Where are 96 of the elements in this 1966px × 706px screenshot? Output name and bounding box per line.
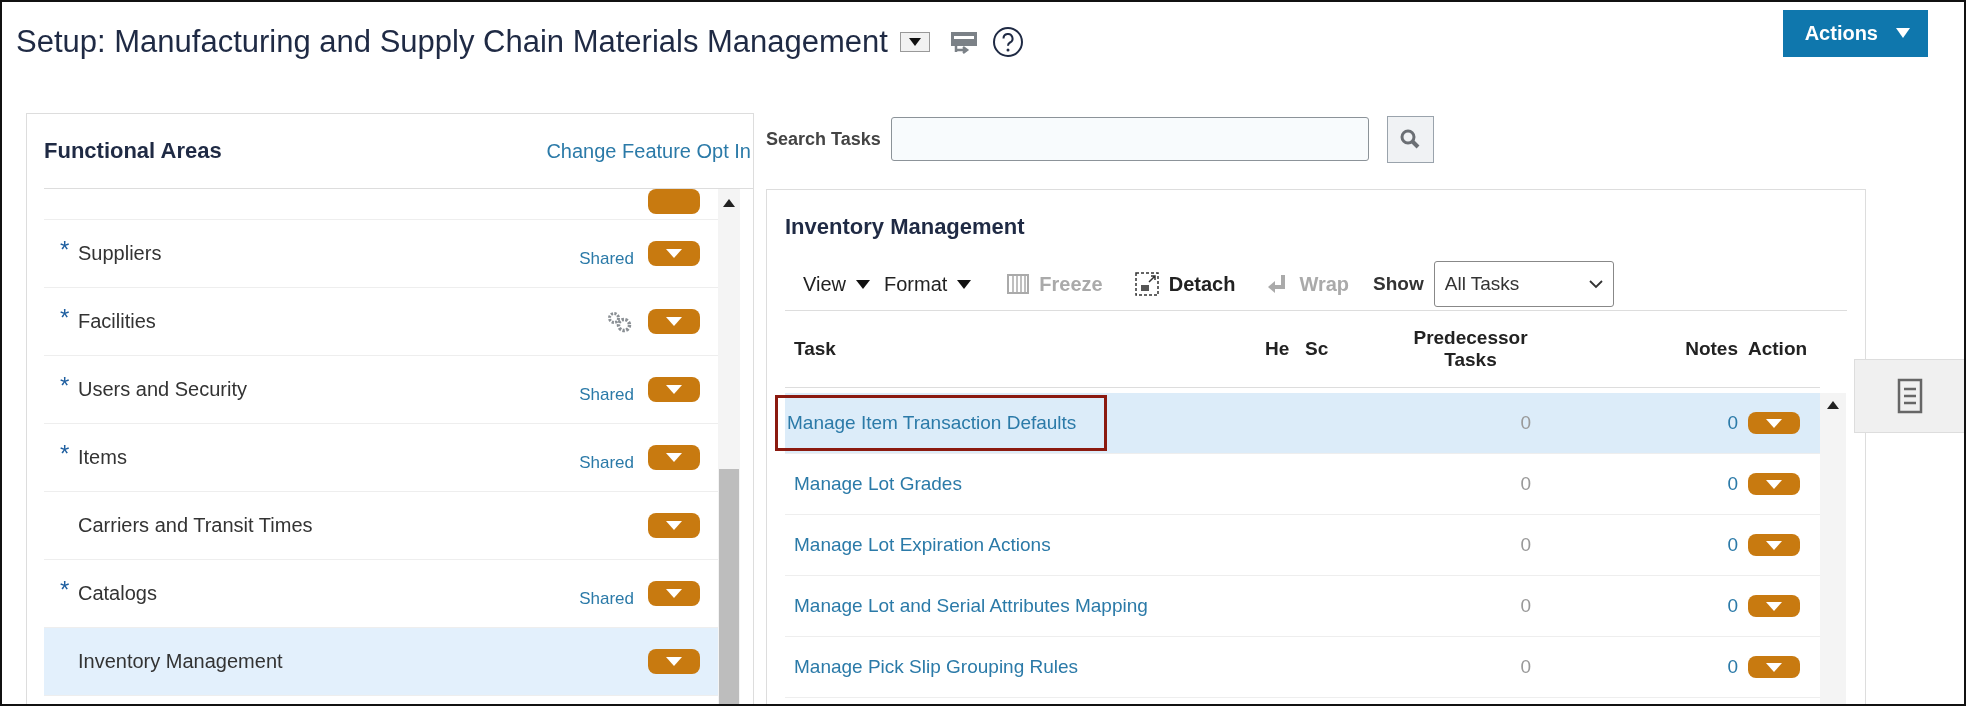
column-header[interactable]: Notes <box>1543 338 1740 360</box>
caret-icon <box>1766 540 1782 550</box>
toolbar-button[interactable]: View <box>803 272 870 296</box>
search-button[interactable] <box>1386 115 1434 163</box>
task-link[interactable]: Manage Lot Grades <box>794 473 962 495</box>
required-marker: * <box>60 372 71 400</box>
actions-button[interactable]: Actions <box>1782 9 1928 57</box>
panel-title: Inventory Management <box>785 214 1026 240</box>
table-cell-text: 0 <box>1519 412 1532 434</box>
caret-icon <box>666 249 682 258</box>
task-link[interactable]: Manage Lot Expiration Actions <box>794 534 1051 556</box>
task-link[interactable]: Manage Pick Slip Grouping Rules <box>794 656 1079 678</box>
search-label: Search Tasks <box>766 128 881 150</box>
shared-link[interactable]: Shared <box>579 248 634 269</box>
table-cell-text: 0 <box>1519 473 1532 495</box>
row-action-button[interactable] <box>1748 595 1800 617</box>
row-action-button[interactable] <box>1748 473 1800 495</box>
shared-link[interactable]: Shared <box>579 452 634 473</box>
side-panel-tab[interactable] <box>1854 359 1964 433</box>
functional-area-item[interactable]: Inventory Management <box>44 628 718 696</box>
caret-icon <box>1766 418 1782 428</box>
caret-icon <box>908 38 921 46</box>
notes-link[interactable]: 0 <box>1543 473 1740 495</box>
scroll-up-icon[interactable] <box>1827 401 1839 409</box>
column-header[interactable]: Sc <box>1305 338 1338 360</box>
shared-link[interactable]: Shared <box>579 588 634 609</box>
required-marker: * <box>60 304 71 332</box>
caret-icon <box>666 317 682 326</box>
row-action-button[interactable] <box>648 189 700 214</box>
table-cell-text: 0 <box>1519 595 1532 617</box>
row-action-button[interactable] <box>648 241 700 266</box>
table-cell-text: 0 <box>1519 534 1532 556</box>
row-action-button[interactable] <box>648 581 700 606</box>
detach-icon <box>1134 272 1159 296</box>
show-label: Show <box>1373 273 1424 295</box>
caret-icon <box>666 589 682 598</box>
chevron-icon <box>1588 279 1603 289</box>
presentation-icon[interactable] <box>949 30 978 54</box>
task-link[interactable]: Manage Lot and Serial Attributes Mapping <box>794 595 1148 617</box>
row-action-button[interactable] <box>1748 412 1800 434</box>
row-action-button[interactable] <box>648 649 700 674</box>
required-marker: * <box>60 236 71 264</box>
functional-area-item[interactable]: * Suppliers Shared <box>44 220 718 288</box>
document-icon <box>1897 378 1923 414</box>
required-marker: * <box>60 440 71 468</box>
caret-icon <box>1766 479 1782 489</box>
scrollbar-thumb[interactable] <box>719 469 739 704</box>
task-row[interactable]: Manage Pick Slip Grouping Rules 0 0 <box>785 637 1820 698</box>
row-action-button[interactable] <box>648 445 700 470</box>
task-row[interactable]: Manage Lot Expiration Actions 0 0 <box>785 515 1820 576</box>
row-action-button[interactable] <box>648 377 700 402</box>
caret-icon <box>666 385 682 394</box>
functional-area-item[interactable]: * Items Shared <box>44 424 718 492</box>
columns-icon <box>1007 273 1030 295</box>
functional-area-item[interactable]: * Facilities <box>44 288 718 356</box>
notes-link[interactable]: 0 <box>1543 656 1740 678</box>
help-icon[interactable] <box>991 26 1024 58</box>
row-action-button[interactable] <box>648 513 700 538</box>
change-feature-link[interactable]: Change Feature Opt In <box>546 139 753 163</box>
caret-icon <box>666 453 682 462</box>
column-header[interactable]: Action <box>1740 338 1820 360</box>
functional-area-item[interactable]: Carriers and Transit Times <box>44 492 718 560</box>
column-header[interactable]: Task <box>785 338 1265 360</box>
search-icon <box>1399 128 1422 150</box>
caret-icon <box>957 279 972 289</box>
toolbar-button[interactable]: Detach <box>1134 272 1236 296</box>
row-action-button[interactable] <box>648 309 700 334</box>
notes-link[interactable]: 0 <box>1543 534 1740 556</box>
row-action-button[interactable] <box>1748 656 1800 678</box>
caret-icon <box>666 521 682 530</box>
gears-icon <box>606 310 634 333</box>
caret-icon <box>1896 28 1910 38</box>
task-row[interactable]: Manage Lot and Serial Attributes Mapping 0 0 <box>785 576 1820 637</box>
caret-icon <box>856 279 870 289</box>
scroll-up-icon[interactable] <box>723 199 735 207</box>
caret-icon <box>1766 601 1782 611</box>
show-dropdown[interactable]: All Tasks <box>1433 261 1614 307</box>
page-title: Setup: Manufacturing and Supply Chain Materials Management <box>16 24 888 60</box>
column-header[interactable]: He <box>1265 338 1305 360</box>
search-field[interactable] <box>890 117 1369 161</box>
panel-title: Functional Areas <box>44 138 222 164</box>
scrollbar[interactable] <box>718 189 740 704</box>
task-row[interactable]: Manage Lot Grades 0 0 <box>785 454 1820 515</box>
shared-link[interactable]: Shared <box>579 384 634 405</box>
row-action-button[interactable] <box>1748 534 1800 556</box>
table-cell-text: 0 <box>1519 656 1532 678</box>
functional-area-item[interactable]: * Users and Security Shared <box>44 356 718 424</box>
caret-icon <box>666 657 682 666</box>
scrollbar[interactable] <box>1820 393 1846 704</box>
required-marker: * <box>60 576 71 604</box>
notes-link[interactable]: 0 <box>1543 412 1740 434</box>
title-dropdown[interactable] <box>899 32 930 52</box>
notes-link[interactable]: 0 <box>1543 595 1740 617</box>
column-header[interactable]: Predecessor Tasks <box>1338 327 1543 371</box>
toolbar-button[interactable]: Format <box>884 272 972 296</box>
caret-icon <box>1766 662 1782 672</box>
